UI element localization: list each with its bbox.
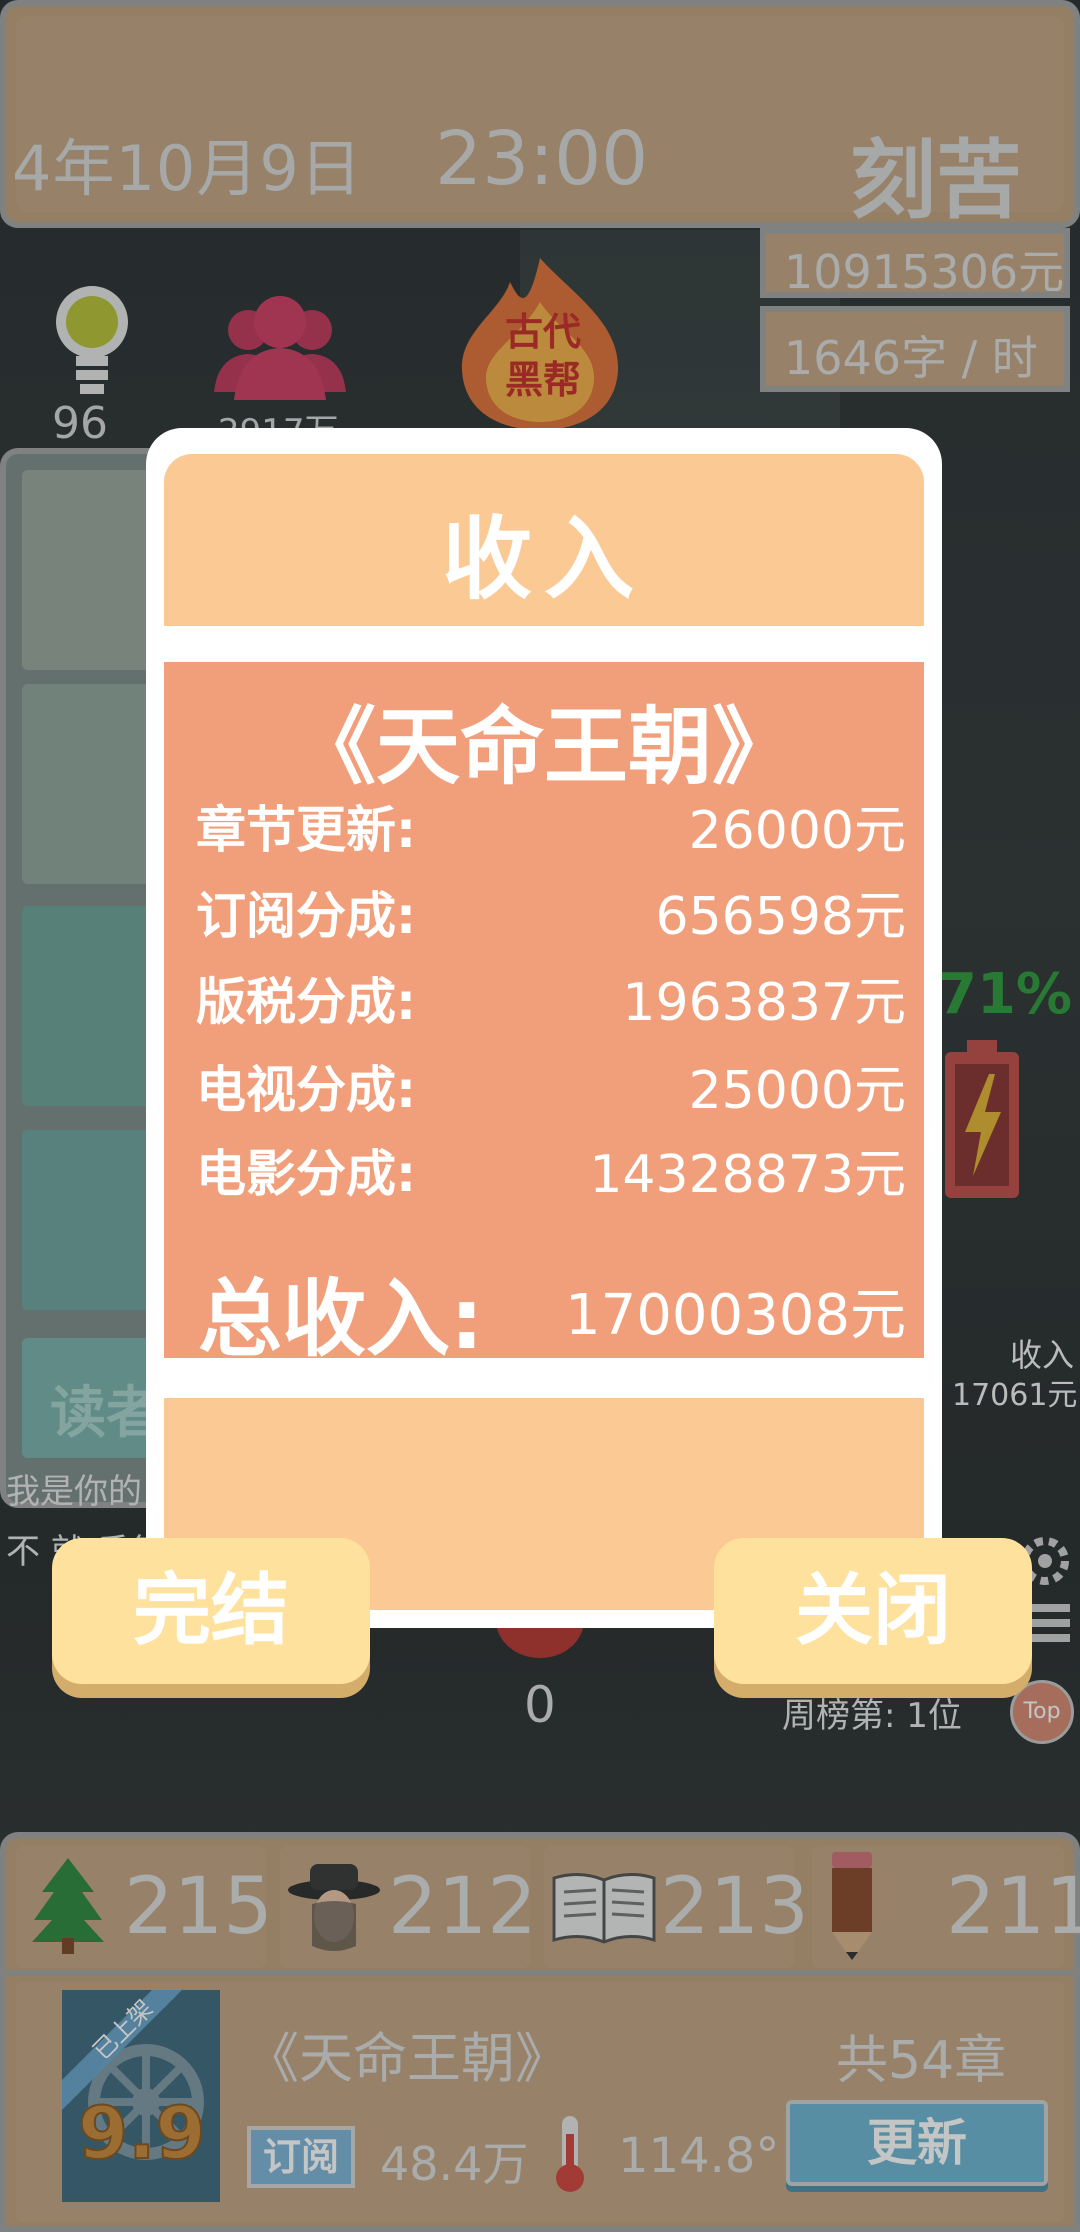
income-row-value: 25000元: [688, 1061, 906, 1121]
income-row-value: 26000元: [688, 801, 906, 861]
panel-divider: [164, 1358, 924, 1388]
total-income-label: 总收入:: [198, 1270, 484, 1368]
income-row-label: 订阅分成:: [196, 887, 416, 945]
income-row-value: 656598元: [655, 887, 906, 947]
finish-button[interactable]: 完结: [52, 1538, 370, 1684]
income-row-label: 章节更新:: [196, 801, 416, 859]
dialog-title: 收入: [442, 507, 646, 612]
header-divider: [164, 626, 924, 656]
income-row-label: 电影分成:: [196, 1145, 416, 1203]
total-income-value: 17000308元: [564, 1283, 906, 1348]
dialog-book-name: 《天命王朝》: [291, 698, 796, 796]
income-row-label: 版税分成:: [196, 973, 416, 1031]
close-button[interactable]: 关闭: [714, 1538, 1032, 1684]
income-row-value: 14328873元: [589, 1145, 906, 1205]
income-row-value: 1963837元: [622, 973, 906, 1033]
income-row-label: 电视分成:: [196, 1061, 416, 1119]
